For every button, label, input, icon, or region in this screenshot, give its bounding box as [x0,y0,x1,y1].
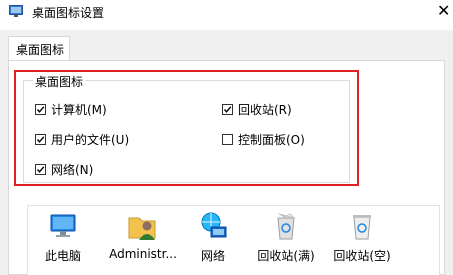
icon-label: 回收站(满) [257,249,315,263]
recycle-bin-full-icon [277,213,296,240]
icon-item-recycle-bin-empty[interactable]: 回收站(空) [326,210,398,270]
close-icon[interactable]: ✕ [437,3,450,19]
icon-label: 网络 [200,249,225,263]
computer-icon [50,214,76,237]
icon-label: Administr... [109,247,177,261]
title-bar: 桌面图标设置 ✕ [0,0,453,30]
desktop-settings-icon [9,5,23,17]
window-title: 桌面图标设置 [32,6,105,20]
highlight-box [14,70,359,186]
recycle-bin-empty-icon [353,215,371,240]
icon-label: 此电脑 [44,249,81,263]
icon-label: 回收站(空) [333,249,391,263]
icon-item-user-folder[interactable]: Administr... [107,210,179,270]
tab-desktop-icons[interactable]: 桌面图标 [8,36,70,61]
tab-label: 桌面图标 [16,43,65,57]
icon-item-network[interactable]: 网络 [177,210,249,270]
icon-item-this-pc[interactable]: 此电脑 [27,210,99,270]
user-folder-icon [128,217,156,240]
icon-item-recycle-bin-full[interactable]: 回收站(满) [250,210,322,270]
network-icon [201,212,227,238]
